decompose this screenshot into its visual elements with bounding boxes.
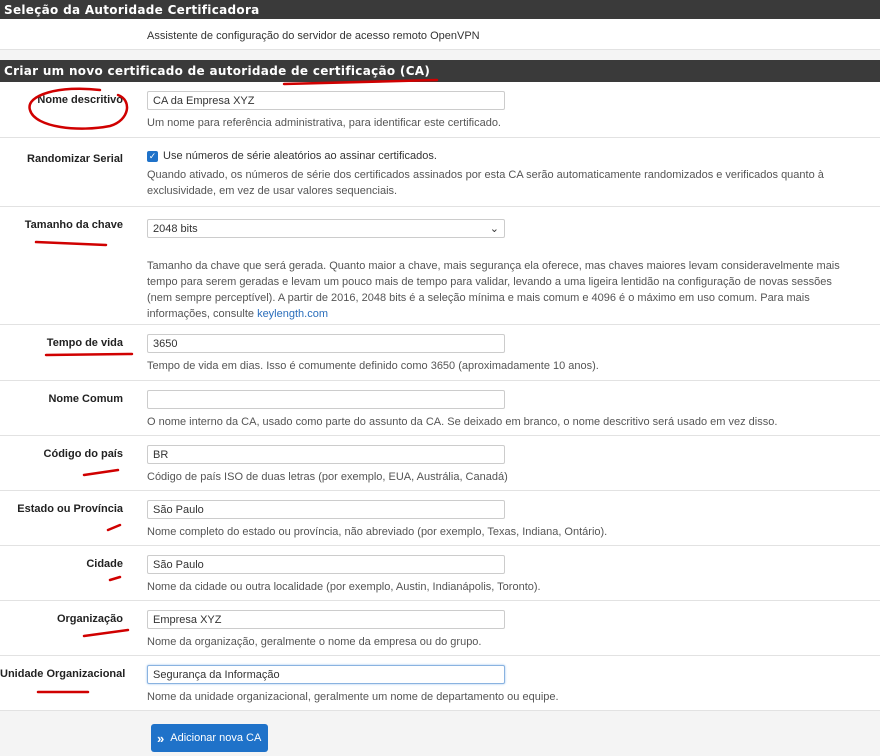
row-state: Estado ou Província São Paulo Nome comple… bbox=[0, 491, 880, 546]
lifetime-input[interactable]: 3650 bbox=[147, 334, 505, 353]
label-state: Estado ou Província bbox=[17, 503, 123, 515]
row-descriptive-name: Nome descritivo CA da Empresa XYZ Um nome… bbox=[0, 82, 880, 138]
country-input[interactable]: BR bbox=[147, 445, 505, 464]
double-chevron-right-icon: » bbox=[157, 730, 165, 746]
section-header-create-ca: Criar um novo certificado de autoridade … bbox=[0, 60, 880, 82]
common-name-input[interactable] bbox=[147, 390, 505, 409]
label-city: Cidade bbox=[86, 558, 123, 570]
add-new-ca-label: Adicionar nova CA bbox=[170, 732, 262, 744]
keylength-link[interactable]: keylength.com bbox=[257, 308, 328, 320]
descriptive-name-input[interactable]: CA da Empresa XYZ bbox=[147, 91, 505, 110]
section-header-ca-selection: Seleção da Autoridade Certificadora bbox=[0, 0, 880, 19]
label-organization: Organização bbox=[56, 613, 123, 625]
help-text: Tempo de vida em dias. Isso é comumente … bbox=[147, 360, 599, 372]
checkbox-label: Use números de série aleatórios ao assin… bbox=[163, 150, 437, 162]
label-organizational-unit: Unidade Organizacional bbox=[0, 668, 126, 680]
row-country: Código do país BR Código de país ISO de d… bbox=[0, 436, 880, 491]
organizational-unit-input[interactable]: Segurança da Informação bbox=[147, 665, 505, 684]
row-city: Cidade São Paulo Nome da cidade ou outra … bbox=[0, 546, 880, 601]
help-text: Tamanho da chave que será gerada. Quanto… bbox=[147, 260, 840, 320]
label-key-length: Tamanho da chave bbox=[24, 219, 123, 231]
state-input[interactable]: São Paulo bbox=[147, 500, 505, 519]
city-input[interactable]: São Paulo bbox=[147, 555, 505, 574]
row-key-length: Tamanho da chave 2048 bits ⌄ Tamanho da c… bbox=[0, 207, 880, 325]
key-length-select[interactable]: 2048 bits ⌄ bbox=[147, 219, 505, 238]
help-text: Nome da cidade ou outra localidade (por … bbox=[147, 581, 541, 593]
help-text: Nome completo do estado ou província, nã… bbox=[147, 526, 608, 538]
label-descriptive-name: Nome descritivo bbox=[37, 94, 123, 106]
wizard-description: Assistente de configuração do servidor d… bbox=[147, 30, 480, 42]
label-country: Código do país bbox=[43, 448, 123, 460]
label-common-name: Nome Comum bbox=[48, 393, 123, 405]
help-text: O nome interno da CA, usado como parte d… bbox=[147, 416, 778, 428]
row-randomize-serial: Randomizar Serial ✓ Use números de série … bbox=[0, 138, 880, 207]
help-text: Código de país ISO de duas letras (por e… bbox=[147, 471, 508, 483]
chevron-down-icon: ⌄ bbox=[489, 223, 499, 235]
label-randomize-serial: Randomizar Serial bbox=[27, 153, 123, 165]
row-common-name: Nome Comum O nome interno da CA, usado c… bbox=[0, 381, 880, 436]
help-text: Quando ativado, os números de série dos … bbox=[147, 169, 824, 197]
randomize-serial-checkbox[interactable]: ✓ bbox=[147, 150, 158, 162]
row-organizational-unit: Unidade Organizacional Segurança da Info… bbox=[0, 656, 880, 711]
help-text: Nome da unidade organizacional, geralmen… bbox=[147, 691, 559, 703]
organization-input[interactable]: Empresa XYZ bbox=[147, 610, 505, 629]
row-organization: Organização Empresa XYZ Nome da organizaç… bbox=[0, 601, 880, 656]
help-text: Um nome para referência administrativa, … bbox=[147, 117, 501, 129]
row-lifetime: Tempo de vida 3650 Tempo de vida em dias.… bbox=[0, 325, 880, 381]
key-length-value: 2048 bits bbox=[153, 222, 198, 235]
wizard-description-row: Assistente de configuração do servidor d… bbox=[0, 19, 880, 50]
label-lifetime: Tempo de vida bbox=[46, 337, 123, 349]
add-new-ca-button[interactable]: » Adicionar nova CA bbox=[151, 724, 268, 752]
help-text: Nome da organização, geralmente o nome d… bbox=[147, 636, 482, 648]
